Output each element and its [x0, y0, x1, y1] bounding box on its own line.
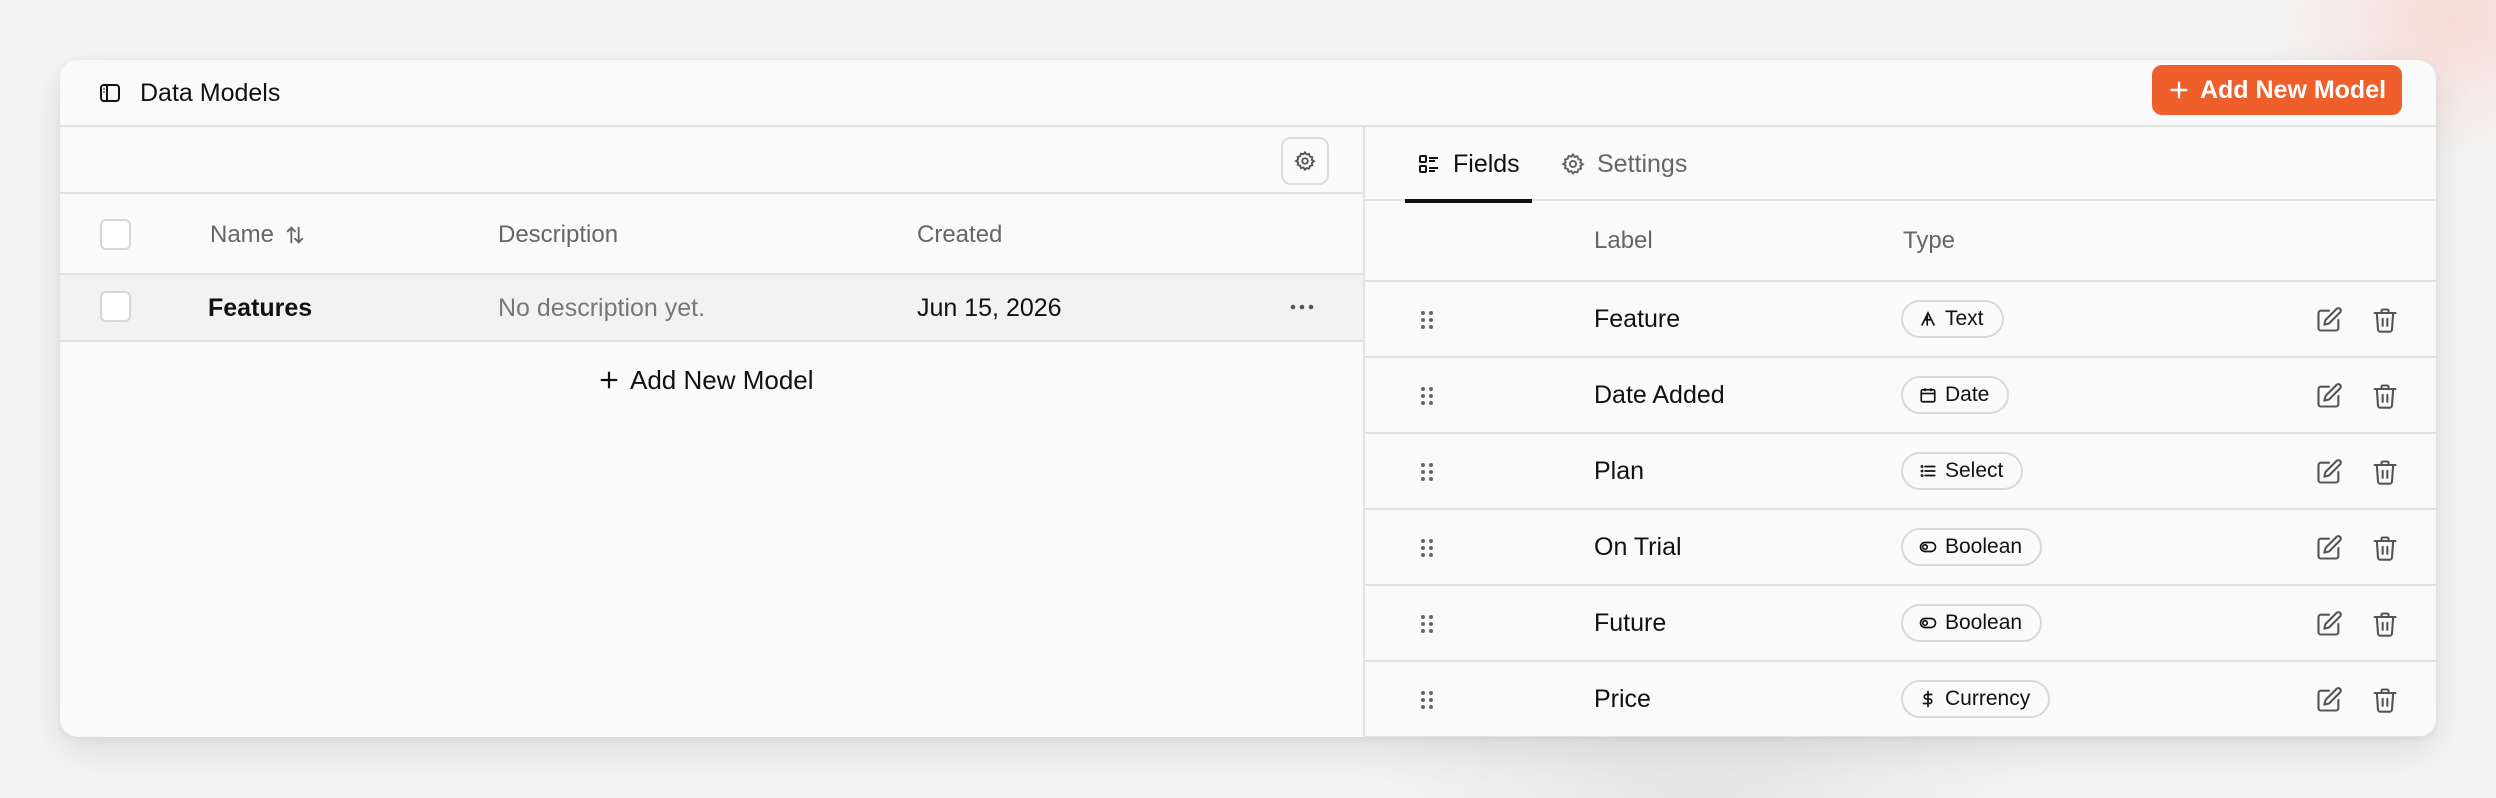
model-created-date: Jun 15, 2026: [917, 294, 1062, 322]
field-type-label: Boolean: [1945, 611, 2023, 634]
models-panel: Name Description Created Features No des…: [60, 127, 1363, 737]
column-header-type: Type: [1903, 227, 1956, 254]
add-new-model-link-label: Add New Model: [630, 364, 814, 395]
gear-icon: [1294, 150, 1316, 172]
table-settings-button[interactable]: [1281, 137, 1329, 185]
text-icon: [1919, 310, 1937, 328]
list-icon: [1419, 155, 1438, 173]
tab-settings-label: Settings: [1597, 149, 1688, 178]
row-checkbox[interactable]: [100, 291, 131, 322]
fields-table-header: Label Type: [1365, 201, 2436, 282]
drag-handle-icon[interactable]: [1419, 384, 1435, 408]
edit-icon[interactable]: [2315, 610, 2343, 638]
table-row[interactable]: Date Added Date: [1365, 358, 2436, 434]
field-type-label: Text: [1945, 307, 1984, 330]
field-label: Future: [1594, 609, 1667, 637]
column-header-label: Label: [1594, 227, 1653, 254]
table-row[interactable]: Future Boolean: [1365, 586, 2436, 662]
table-row[interactable]: Features No description yet. Jun 15, 202…: [60, 275, 1363, 342]
sidebar-toggle-icon[interactable]: [98, 81, 122, 105]
model-description: No description yet.: [498, 294, 706, 322]
field-label: Plan: [1594, 457, 1645, 485]
edit-icon[interactable]: [2315, 458, 2343, 486]
drag-handle-icon[interactable]: [1419, 536, 1435, 560]
table-row[interactable]: Feature Text: [1365, 282, 2436, 358]
select-all-checkbox[interactable]: [100, 219, 131, 250]
add-new-model-link[interactable]: Add New Model: [598, 360, 814, 400]
tab-fields[interactable]: Fields: [1405, 127, 1532, 203]
field-type-badge: Select: [1901, 452, 2024, 490]
trash-icon[interactable]: [2371, 610, 2399, 638]
column-header-created: Created: [917, 221, 1003, 248]
edit-icon[interactable]: [2315, 534, 2343, 562]
trash-icon[interactable]: [2371, 306, 2399, 334]
column-header-name-label: Name: [210, 221, 275, 248]
field-label: Date Added: [1594, 381, 1725, 409]
edit-icon[interactable]: [2315, 686, 2343, 714]
plus-icon: [2170, 81, 2188, 99]
add-new-model-button[interactable]: Add New Model: [2152, 65, 2402, 115]
models-toolbar: [60, 127, 1363, 194]
field-type-label: Boolean: [1945, 535, 2023, 558]
field-type-badge: Boolean: [1901, 528, 2043, 566]
drag-handle-icon[interactable]: [1419, 612, 1435, 636]
page-title: Data Models: [140, 79, 281, 107]
list-icon: [1919, 462, 1937, 480]
field-label: Price: [1594, 685, 1651, 713]
app-header: Data Models Add New Model: [60, 60, 2436, 127]
dollar-icon: [1919, 690, 1937, 708]
gear-icon: [1561, 152, 1585, 176]
column-header-name[interactable]: Name: [210, 220, 306, 250]
add-new-model-button-label: Add New Model: [2199, 75, 2387, 104]
drag-handle-icon[interactable]: [1419, 688, 1435, 712]
toggle-icon: [1919, 614, 1937, 632]
model-name: Features: [208, 294, 313, 322]
field-type-label: Date: [1945, 383, 1990, 406]
table-row[interactable]: Plan Select: [1365, 434, 2436, 510]
drag-handle-icon[interactable]: [1419, 460, 1435, 484]
table-row[interactable]: Price Currency: [1365, 662, 2436, 737]
field-type-badge: Boolean: [1901, 604, 2043, 642]
models-table-header: Name Description Created: [60, 194, 1363, 275]
drag-handle-icon[interactable]: [1419, 308, 1435, 332]
edit-icon[interactable]: [2315, 306, 2343, 334]
field-label: On Trial: [1594, 533, 1682, 561]
fields-panel: Fields Settings Label Type Feature Text Da…: [1365, 127, 2436, 737]
field-type-label: Select: [1945, 459, 2004, 482]
column-header-description: Description: [498, 221, 619, 248]
edit-icon[interactable]: [2315, 382, 2343, 410]
data-models-window: Data Models Add New Model Name Descripti…: [60, 60, 2436, 737]
tab-fields-label: Fields: [1453, 149, 1520, 178]
field-type-badge: Date: [1901, 376, 2010, 414]
trash-icon[interactable]: [2371, 458, 2399, 486]
plus-icon: [600, 371, 618, 389]
field-type-badge: Text: [1901, 300, 2004, 338]
more-options-icon[interactable]: [1288, 295, 1316, 319]
table-row[interactable]: On Trial Boolean: [1365, 510, 2436, 586]
field-label: Feature: [1594, 305, 1681, 333]
tab-settings[interactable]: Settings: [1561, 127, 1687, 201]
toggle-icon: [1919, 538, 1937, 556]
calendar-icon: [1919, 386, 1937, 404]
field-type-label: Currency: [1945, 687, 2031, 710]
trash-icon[interactable]: [2371, 534, 2399, 562]
field-type-badge: Currency: [1901, 680, 2051, 718]
sort-icon: [286, 226, 304, 244]
trash-icon[interactable]: [2371, 686, 2399, 714]
tab-bar: Fields Settings: [1365, 127, 2436, 203]
trash-icon[interactable]: [2371, 382, 2399, 410]
